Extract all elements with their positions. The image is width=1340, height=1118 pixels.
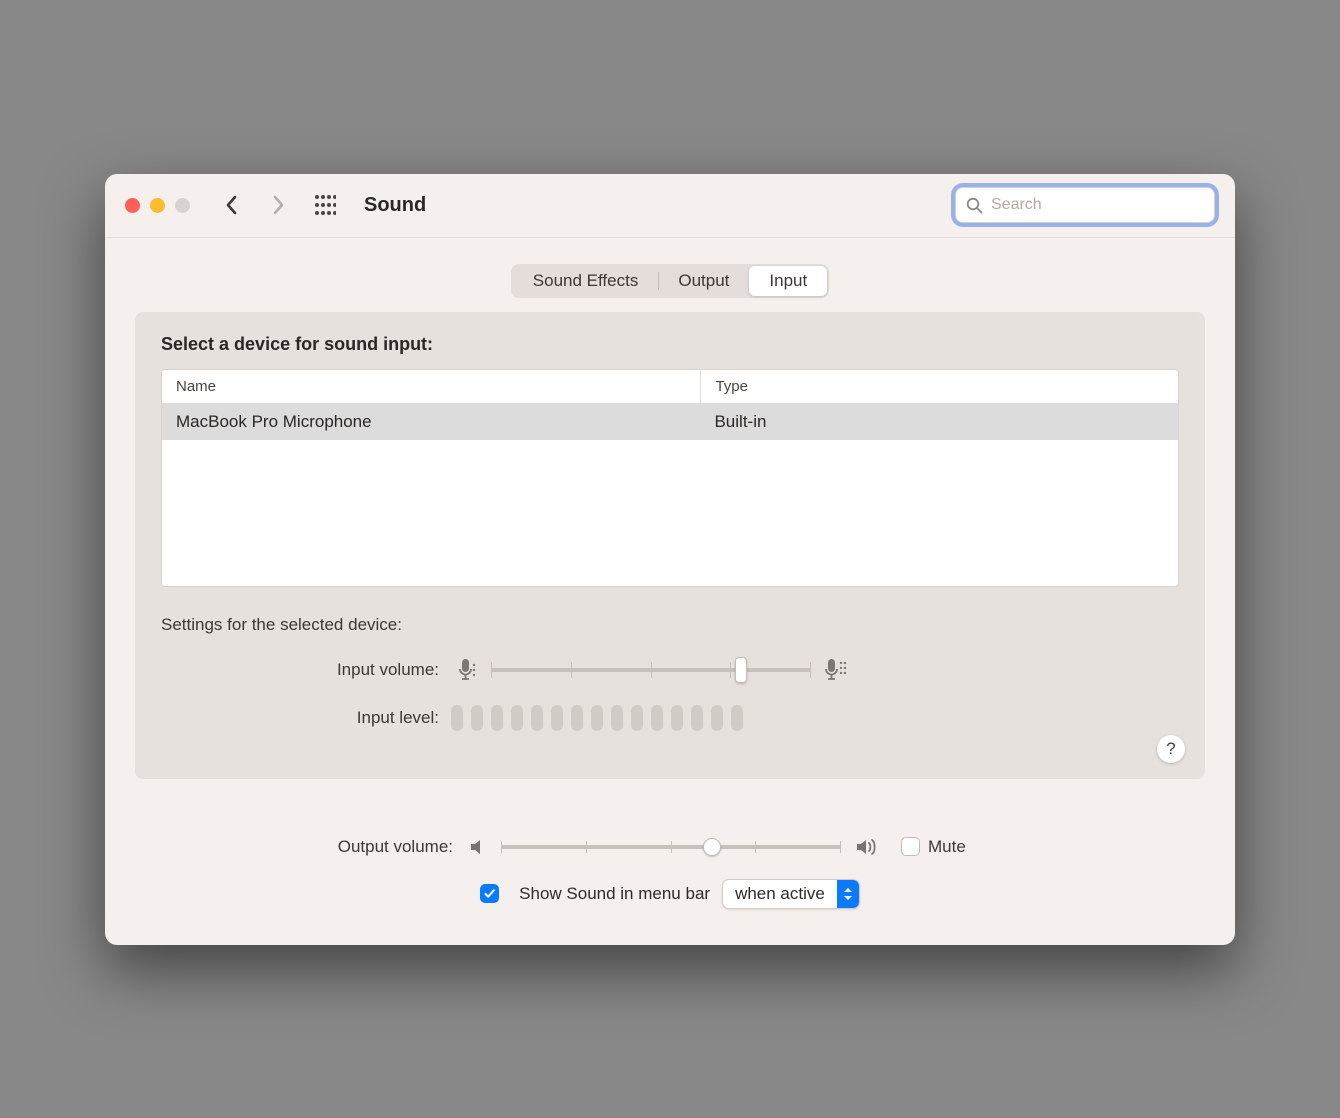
input-volume-thumb[interactable] xyxy=(735,657,747,683)
mute-control: Mute xyxy=(901,837,966,857)
chevron-left-icon xyxy=(225,194,239,216)
level-bar xyxy=(491,705,503,731)
menubar-mode-value: when active xyxy=(723,884,837,904)
input-volume-slider[interactable] xyxy=(491,668,811,672)
level-bar xyxy=(451,705,463,731)
show-all-button[interactable] xyxy=(308,194,342,216)
menubar-mode-select[interactable]: when active xyxy=(722,879,860,909)
help-button[interactable]: ? xyxy=(1157,735,1185,763)
level-bar xyxy=(631,705,643,731)
tab-output[interactable]: Output xyxy=(658,266,749,296)
level-bar xyxy=(571,705,583,731)
sound-preferences-window: Sound Sound Effects Output Input Select … xyxy=(105,174,1235,945)
level-bar xyxy=(671,705,683,731)
level-bar xyxy=(651,705,663,731)
level-bar xyxy=(511,705,523,731)
input-volume-row: Input volume: xyxy=(161,657,1179,683)
menubar-row: Show Sound in menu bar when active xyxy=(165,879,1175,909)
device-type: Built-in xyxy=(700,404,1178,440)
speaker-high-icon xyxy=(851,837,885,857)
page-title: Sound xyxy=(364,194,426,217)
show-in-menubar-checkbox[interactable] xyxy=(480,884,499,903)
tab-sound-effects[interactable]: Sound Effects xyxy=(513,266,659,296)
column-type[interactable]: Type xyxy=(700,370,1178,403)
zoom-button[interactable] xyxy=(175,198,190,213)
tab-input[interactable]: Input xyxy=(749,266,827,296)
show-in-menubar-label: Show Sound in menu bar xyxy=(519,884,710,904)
titlebar: Sound xyxy=(105,174,1235,238)
output-volume-slider[interactable] xyxy=(501,845,841,849)
window-controls xyxy=(125,198,190,213)
tabs: Sound Effects Output Input xyxy=(135,264,1205,298)
microphone-low-icon xyxy=(451,657,485,683)
speaker-low-icon xyxy=(465,837,491,857)
grid-icon xyxy=(314,194,336,216)
input-level-meter xyxy=(451,705,743,731)
updown-arrows-icon xyxy=(837,880,859,908)
global-sound-footer: Output volume: Mute Show Sound in menu b… xyxy=(105,809,1235,945)
input-panel: Select a device for sound input: Name Ty… xyxy=(135,312,1205,779)
input-volume-label: Input volume: xyxy=(161,660,451,680)
forward-button[interactable] xyxy=(262,189,294,221)
level-bar xyxy=(471,705,483,731)
checkmark-icon xyxy=(483,887,496,900)
device-table: Name Type MacBook Pro Microphone Built-i… xyxy=(161,369,1179,587)
level-bar xyxy=(551,705,563,731)
content-area: Sound Effects Output Input Select a devi… xyxy=(105,238,1235,809)
output-volume-label: Output volume: xyxy=(165,837,465,857)
level-bar xyxy=(611,705,623,731)
level-bar xyxy=(691,705,703,731)
device-list-heading: Select a device for sound input: xyxy=(161,334,1179,355)
search-field[interactable] xyxy=(955,187,1215,223)
search-icon xyxy=(966,197,983,214)
level-bar xyxy=(731,705,743,731)
level-bar xyxy=(711,705,723,731)
microphone-high-icon xyxy=(817,657,855,683)
mute-checkbox[interactable] xyxy=(901,837,920,856)
close-button[interactable] xyxy=(125,198,140,213)
input-level-label: Input level: xyxy=(161,708,451,728)
output-volume-row: Output volume: Mute xyxy=(165,837,1175,857)
input-level-row: Input level: xyxy=(161,705,1179,731)
minimize-button[interactable] xyxy=(150,198,165,213)
level-bar xyxy=(531,705,543,731)
output-volume-thumb[interactable] xyxy=(703,838,721,856)
table-header: Name Type xyxy=(162,370,1178,404)
segmented-control: Sound Effects Output Input xyxy=(511,264,829,298)
column-name[interactable]: Name xyxy=(162,370,700,403)
mute-label: Mute xyxy=(928,837,966,857)
chevron-right-icon xyxy=(271,194,285,216)
search-input[interactable] xyxy=(991,196,1204,214)
settings-heading: Settings for the selected device: xyxy=(161,615,1179,635)
level-bar xyxy=(591,705,603,731)
back-button[interactable] xyxy=(216,189,248,221)
table-row[interactable]: MacBook Pro Microphone Built-in xyxy=(162,404,1178,440)
device-name: MacBook Pro Microphone xyxy=(162,404,700,440)
